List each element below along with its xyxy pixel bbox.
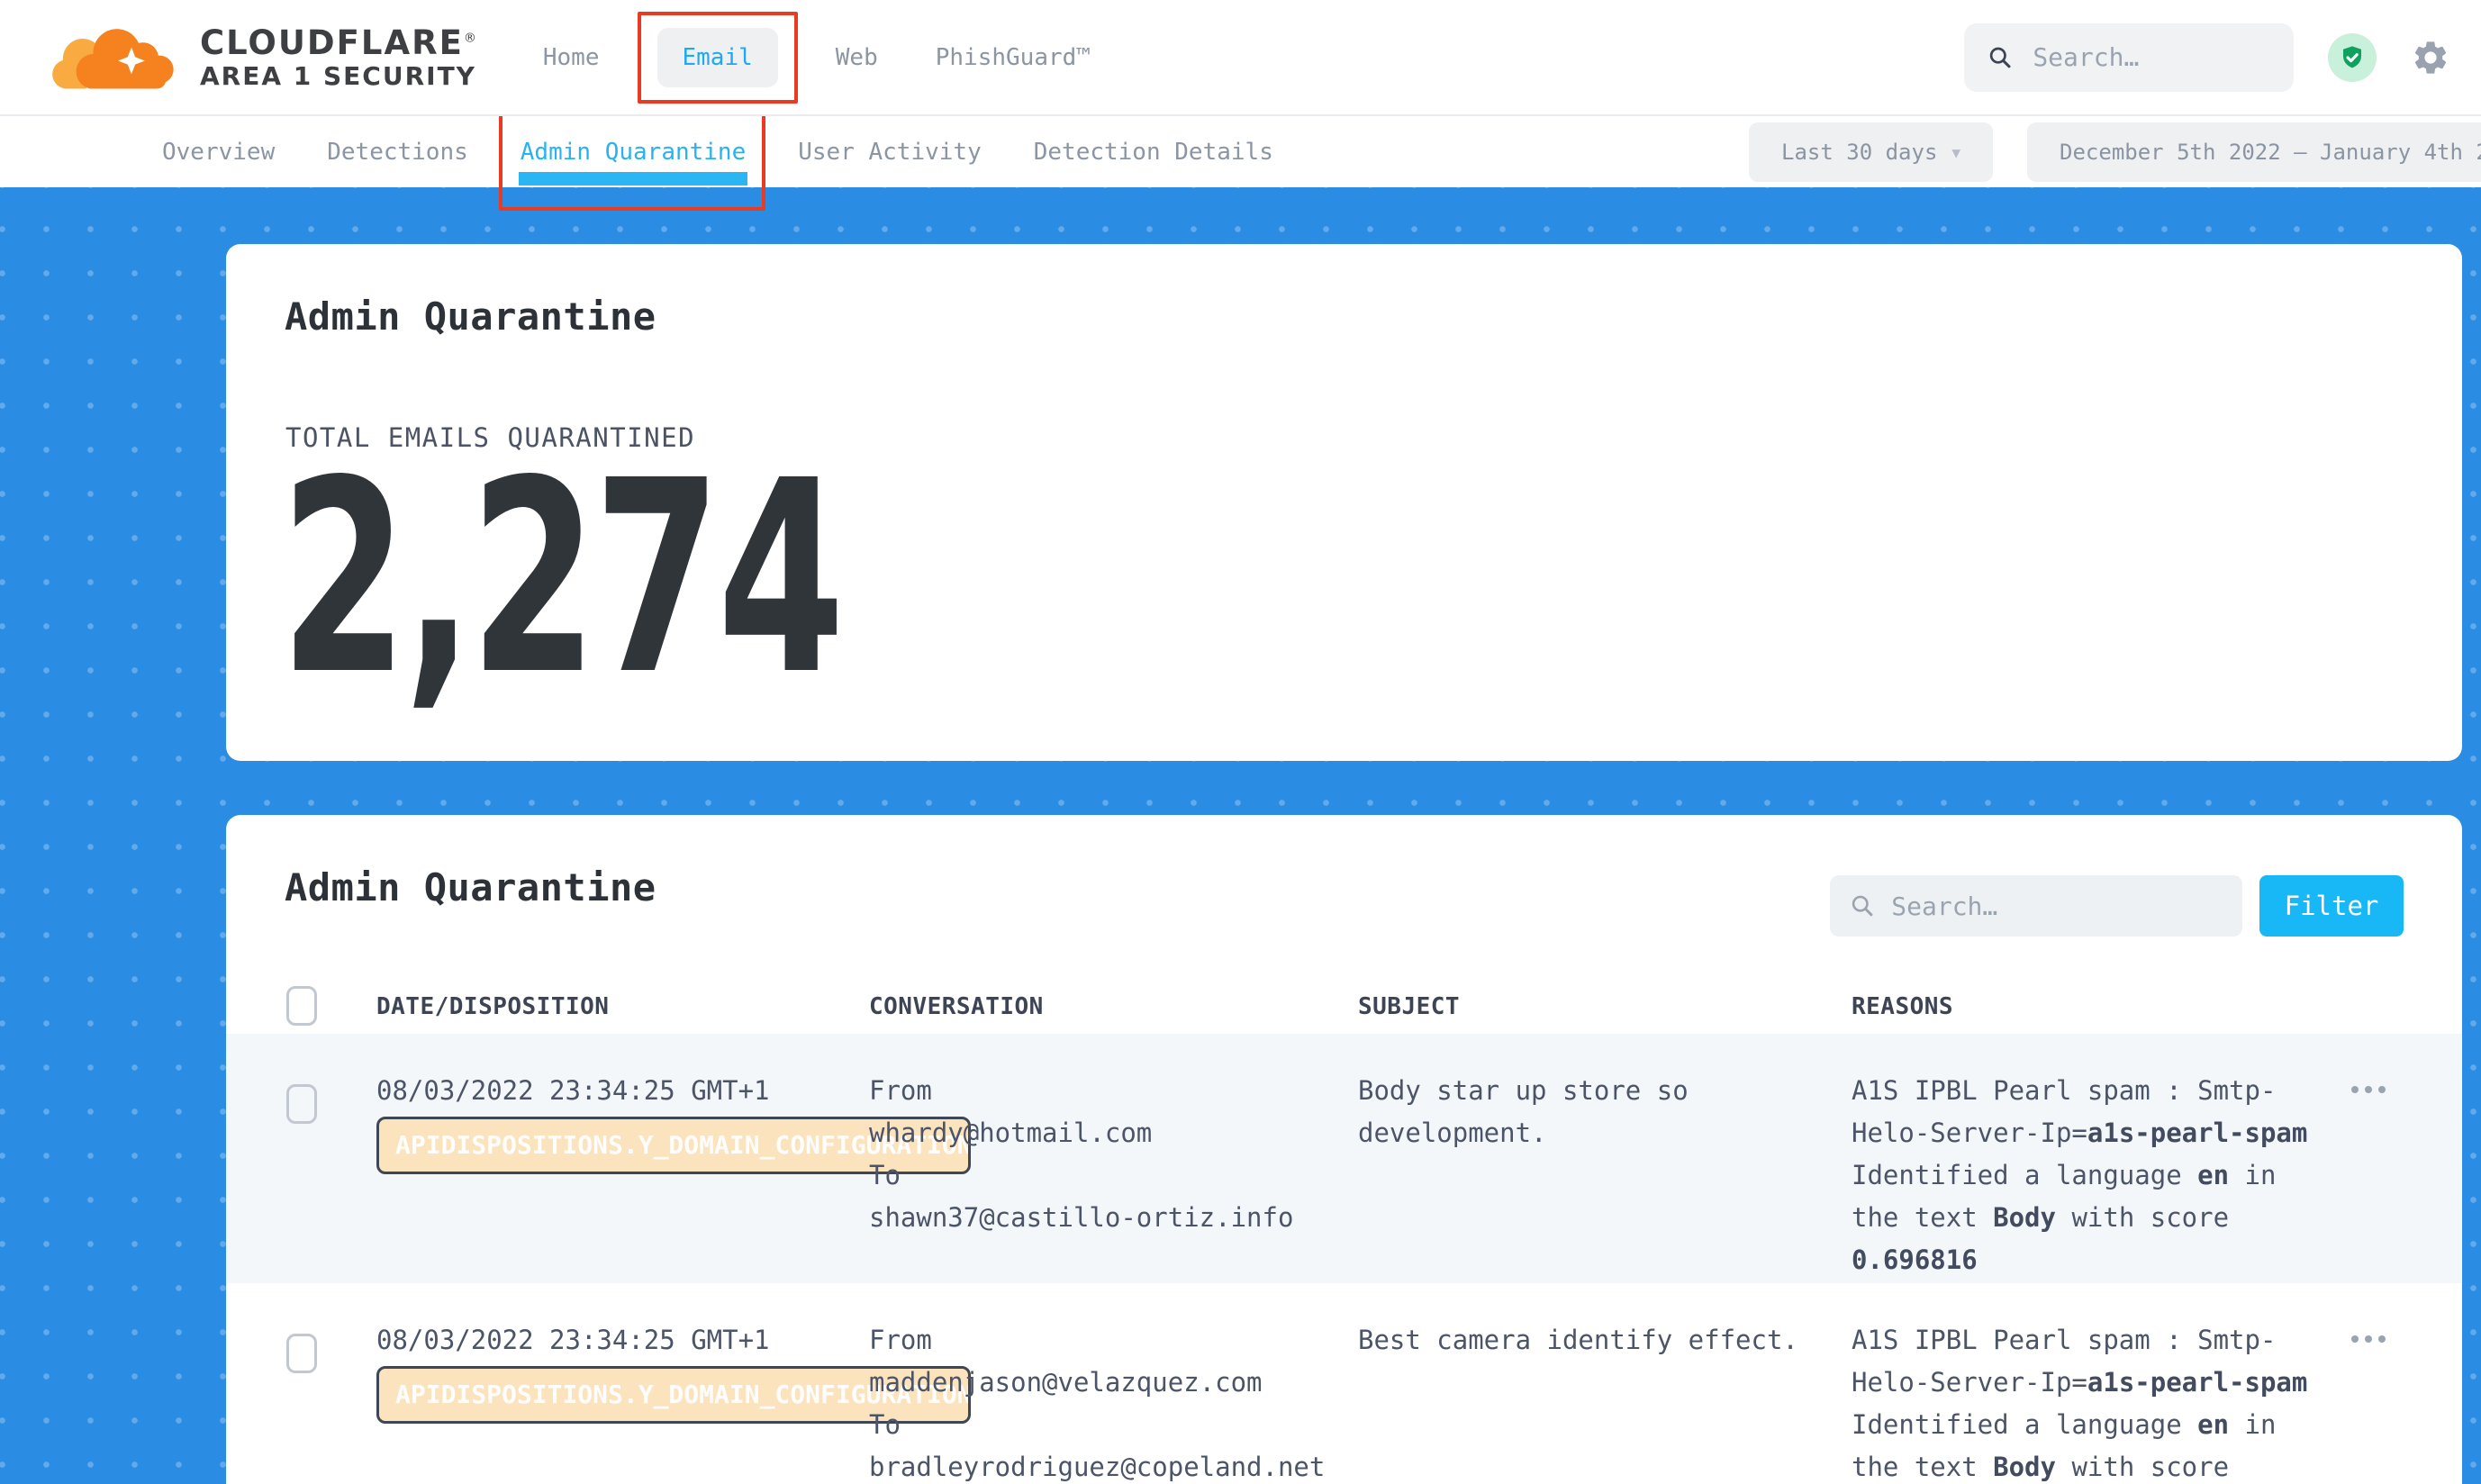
row-conversation: Frommaddenjason@velazquez.comTobradleyro…	[869, 1319, 1337, 1484]
tab-user-activity[interactable]: User Activity	[798, 131, 982, 173]
reason-segment: a1s-pearl-spam	[2087, 1367, 2307, 1398]
conversation-from-label: From	[869, 1319, 1337, 1362]
brand-mark: ®	[464, 32, 478, 46]
sub-nav-tabs: Overview Detections Admin Quarantine Use…	[162, 116, 1273, 187]
date-range-text: December 5th 2022 — January 4th 2023	[2060, 140, 2481, 165]
row-checkbox[interactable]	[286, 1084, 317, 1124]
date-range-dropdown-label: Last 30 days	[1781, 140, 1937, 165]
tab-admin-quarantine-label: Admin Quarantine	[521, 139, 746, 166]
column-header-reasons: REASONS	[1852, 993, 1953, 1020]
conversation-from-email: maddenjason@velazquez.com	[869, 1362, 1337, 1404]
column-header-date: DATE/DISPOSITION	[376, 993, 609, 1020]
table-row: 08/03/2022 23:34:25 GMT+1APIDISPOSITIONS…	[226, 1034, 2462, 1283]
row-actions-button[interactable]	[2351, 1335, 2386, 1343]
table-search-input[interactable]	[1889, 891, 2223, 922]
nav-tab-phishguard[interactable]: PhishGuard™	[936, 44, 1091, 71]
brand-subtitle: AREA 1 SECURITY	[200, 62, 478, 90]
tab-overview[interactable]: Overview	[162, 131, 275, 173]
reason-segment: Identified a language	[1852, 1160, 2197, 1190]
main-nav-tabs: Home Email Web PhishGuard™	[543, 28, 1091, 87]
tab-detections[interactable]: Detections	[327, 131, 468, 173]
reason-segment: Body	[1993, 1202, 2056, 1233]
cloudflare-cloud-icon	[50, 16, 186, 99]
table-search[interactable]	[1830, 875, 2242, 937]
ellipsis-dot	[2378, 1086, 2386, 1093]
ellipsis-dot	[2378, 1335, 2386, 1343]
conversation-to-label: To	[869, 1154, 1337, 1197]
nav-tab-email[interactable]: Email	[657, 28, 778, 87]
page: CLOUDFLARE® AREA 1 SECURITY Home Email W…	[0, 0, 2481, 1484]
search-icon	[1850, 891, 1875, 920]
row-conversation: Fromwhardy@hotmail.comToshawn37@castillo…	[869, 1070, 1337, 1239]
row-date: 08/03/2022 23:34:25 GMT+1	[376, 1070, 770, 1112]
conversation-to-email: bradleyrodriguez@copeland.net	[869, 1446, 1337, 1484]
ellipsis-dot	[2365, 1086, 2372, 1093]
table-body: 08/03/2022 23:34:25 GMT+1APIDISPOSITIONS…	[226, 1034, 2462, 1484]
ellipsis-dot	[2351, 1086, 2359, 1093]
nav-tab-home[interactable]: Home	[543, 44, 600, 71]
cloudflare-logo: CLOUDFLARE® AREA 1 SECURITY	[50, 16, 478, 99]
reason-segment: en	[2197, 1409, 2229, 1440]
row-reasons: A1S IPBL Pearl spam : Smtp-Helo-Server-I…	[1852, 1070, 2320, 1281]
search-icon	[1988, 42, 2013, 73]
reason-segment: en	[2197, 1160, 2229, 1190]
brand-name: CLOUDFLARE®	[200, 24, 478, 61]
summary-card-title: Admin Quarantine	[285, 294, 656, 339]
tab-detection-details[interactable]: Detection Details	[1034, 131, 1273, 173]
row-actions-button[interactable]	[2351, 1086, 2386, 1093]
reason-segment: Identified a language	[1852, 1409, 2197, 1440]
reason-segment: Body	[1993, 1452, 2056, 1482]
metric-value: 2,274	[280, 446, 841, 711]
reason-segment: with score	[2056, 1202, 2229, 1233]
ellipsis-dot	[2351, 1335, 2359, 1343]
summary-card: Admin Quarantine TOTAL EMAILS QUARANTINE…	[226, 244, 2462, 761]
date-controls: Last 30 days ▼ December 5th 2022 — Janua…	[1749, 122, 2481, 182]
global-search-input[interactable]	[2031, 41, 2270, 73]
row-date: 08/03/2022 23:34:25 GMT+1	[376, 1319, 770, 1362]
row-reasons: A1S IPBL Pearl spam : Smtp-Helo-Server-I…	[1852, 1319, 2320, 1484]
column-header-conversation: CONVERSATION	[869, 993, 1044, 1020]
email-sub-nav: Overview Detections Admin Quarantine Use…	[0, 116, 2481, 187]
row-checkbox[interactable]	[286, 1334, 317, 1373]
reason-segment: with score	[2056, 1452, 2229, 1482]
header-right-cluster	[1964, 23, 2450, 92]
ellipsis-dot	[2365, 1335, 2372, 1343]
table-header-row: DATE/DISPOSITION CONVERSATION SUBJECT RE…	[226, 986, 2462, 1034]
row-subject: Best camera identify effect.	[1358, 1319, 1844, 1362]
gear-icon[interactable]	[2411, 38, 2450, 77]
top-nav: CLOUDFLARE® AREA 1 SECURITY Home Email W…	[0, 0, 2481, 116]
reason-segment: 0.696816	[1852, 1244, 1978, 1275]
shield-check-icon	[2338, 43, 2367, 72]
filter-button[interactable]: Filter	[2259, 875, 2404, 937]
nav-tab-web[interactable]: Web	[836, 44, 878, 71]
active-tab-underline	[519, 172, 747, 186]
page-content: Admin Quarantine TOTAL EMAILS QUARANTINE…	[0, 187, 2481, 1484]
logo-text: CLOUDFLARE® AREA 1 SECURITY	[200, 24, 478, 90]
row-subject: Body star up store so development.	[1358, 1070, 1844, 1154]
column-header-subject: SUBJECT	[1358, 993, 1460, 1020]
date-range-dropdown[interactable]: Last 30 days ▼	[1749, 122, 1993, 182]
conversation-from-email: whardy@hotmail.com	[869, 1112, 1337, 1154]
table-card-title: Admin Quarantine	[285, 865, 656, 909]
conversation-to-email: shawn37@castillo-ortiz.info	[869, 1197, 1337, 1239]
date-range-display[interactable]: December 5th 2022 — January 4th 2023	[2027, 122, 2481, 182]
global-search[interactable]	[1964, 23, 2294, 92]
protection-status-badge[interactable]	[2328, 33, 2377, 82]
table-row: 08/03/2022 23:34:25 GMT+1APIDISPOSITIONS…	[226, 1283, 2462, 1484]
nav-tab-email-label: Email	[683, 44, 753, 71]
quarantine-table-card: Admin Quarantine Filter DATE/DISPOSITION…	[226, 815, 2462, 1484]
reason-segment: a1s-pearl-spam	[2087, 1118, 2307, 1148]
chevron-down-icon: ▼	[1951, 144, 1960, 161]
conversation-to-label: To	[869, 1404, 1337, 1446]
tab-admin-quarantine[interactable]: Admin Quarantine	[521, 131, 746, 173]
select-all-checkbox[interactable]	[286, 986, 317, 1026]
conversation-from-label: From	[869, 1070, 1337, 1112]
